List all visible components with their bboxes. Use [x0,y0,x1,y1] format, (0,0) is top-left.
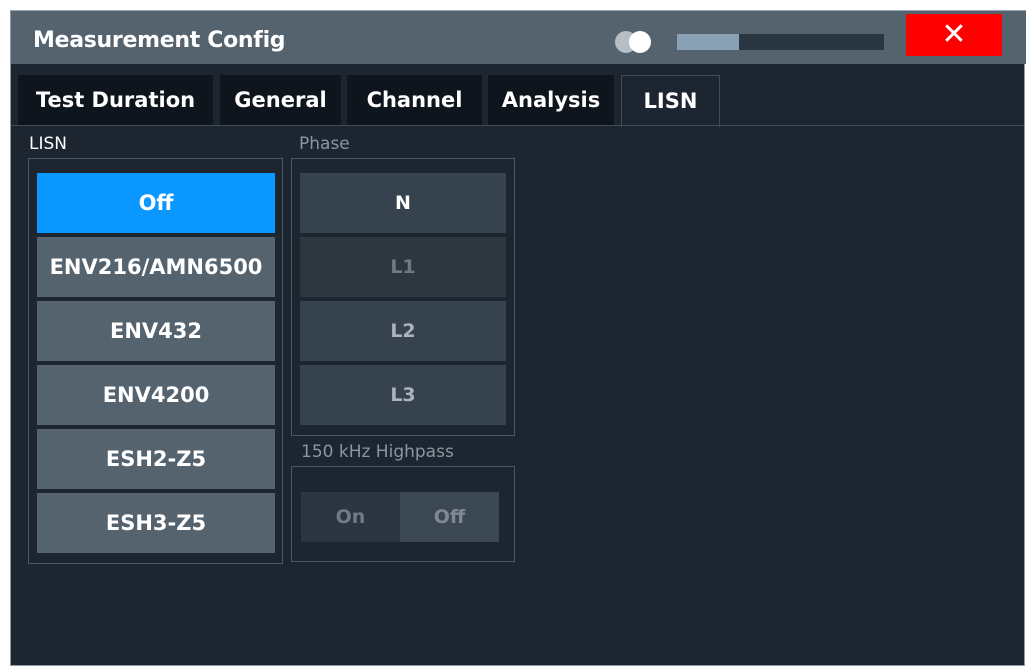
tab-strip-divider [11,125,1024,126]
dialog-titlebar[interactable]: Measurement Config ✕ [11,10,1026,64]
tab-analysis[interactable]: Analysis [488,75,614,125]
transparency-slider-fill [677,34,740,50]
transparency-toggle-icon[interactable] [615,30,663,54]
phase-option-n[interactable]: N [300,173,506,233]
transparency-slider[interactable] [677,34,884,50]
tab-lisn[interactable]: LISN [621,75,720,127]
highpass-toggle[interactable]: On Off [301,492,499,542]
phase-option-l2[interactable]: L2 [300,301,506,361]
tab-general[interactable]: General [220,75,341,125]
highpass-group-label: 150 kHz Highpass [301,442,454,462]
measurement-config-dialog: Measurement Config ✕ Test Duration Gener… [10,10,1026,666]
highpass-on-option[interactable]: On [301,492,400,542]
tab-channel[interactable]: Channel [347,75,482,125]
lisn-option-env216[interactable]: ENV216/AMN6500 [37,237,275,297]
tab-test-duration[interactable]: Test Duration [18,75,213,125]
lisn-option-off[interactable]: Off [37,173,275,233]
close-button[interactable]: ✕ [906,14,1002,56]
lisn-option-env432[interactable]: ENV432 [37,301,275,361]
phase-group: N L1 L2 L3 [291,158,515,436]
lisn-option-env4200[interactable]: ENV4200 [37,365,275,425]
highpass-off-option[interactable]: Off [400,492,499,542]
dialog-title: Measurement Config [33,28,286,53]
phase-group-label: Phase [299,134,350,154]
lisn-group: Off ENV216/AMN6500 ENV432 ENV4200 ESH2-Z… [28,158,283,564]
phase-option-l3[interactable]: L3 [300,365,506,425]
lisn-option-esh3-z5[interactable]: ESH3-Z5 [37,493,275,553]
highpass-group: On Off [291,466,515,562]
phase-option-l1: L1 [300,237,506,297]
lisn-group-label: LISN [29,134,67,154]
lisn-option-esh2-z5[interactable]: ESH2-Z5 [37,429,275,489]
